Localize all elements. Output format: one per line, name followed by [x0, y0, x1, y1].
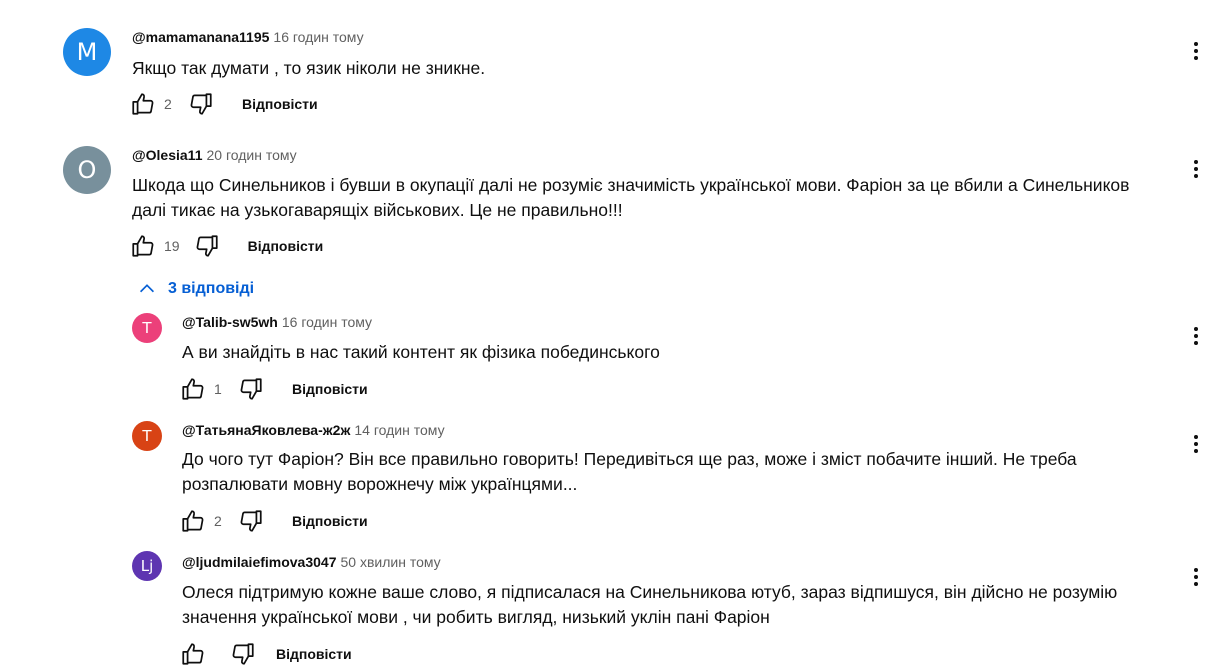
like-icon[interactable]: [130, 233, 156, 259]
more-actions-icon[interactable]: [1189, 325, 1203, 347]
avatar-letter: T: [142, 319, 152, 337]
reply-button[interactable]: Відповісти: [242, 96, 318, 112]
replies-toggle-button[interactable]: 3 відповіді: [136, 278, 254, 300]
dislike-icon[interactable]: [238, 376, 264, 402]
like-icon[interactable]: [180, 376, 206, 402]
comment-timestamp[interactable]: 14 годин тому: [354, 422, 444, 438]
comment-author[interactable]: @Talib-sw5wh: [182, 314, 278, 330]
reply-button[interactable]: Відповісти: [248, 238, 324, 254]
comment-author[interactable]: @ТатьянаЯковлева-ж2ж: [182, 422, 350, 438]
more-actions-icon[interactable]: [1189, 158, 1203, 180]
comment-author[interactable]: @Olesia11: [132, 147, 202, 163]
avatar-letter: O: [77, 156, 97, 184]
avatar[interactable]: T: [132, 421, 162, 451]
dislike-icon[interactable]: [188, 91, 214, 117]
dislike-icon[interactable]: [194, 233, 220, 259]
like-count: 19: [164, 238, 180, 254]
like-count: 1: [214, 381, 222, 397]
like-icon[interactable]: [180, 641, 206, 667]
avatar-letter: M: [76, 38, 98, 66]
comment-timestamp[interactable]: 50 хвилин тому: [341, 554, 441, 570]
like-count: 2: [164, 96, 172, 112]
reply-button[interactable]: Відповісти: [292, 381, 368, 397]
reply-button[interactable]: Відповісти: [292, 513, 368, 529]
like-icon[interactable]: [180, 508, 206, 534]
comment-author[interactable]: @mamamanana1195: [132, 29, 269, 45]
comment-text: Олеся підтримую кожне ваше слово, я підп…: [182, 582, 1118, 627]
comment-text: А ви знайдіть в нас такий контент як фіз…: [182, 342, 660, 362]
comment-text: До чого тут Фаріон? Він все правильно го…: [182, 449, 1077, 494]
like-icon[interactable]: [130, 91, 156, 117]
dislike-icon[interactable]: [230, 641, 256, 667]
comment-text: Шкода що Синельников і бувши в окупації …: [132, 175, 1130, 220]
reply-button[interactable]: Відповісти: [276, 646, 352, 662]
avatar-letter: T: [142, 427, 152, 445]
more-actions-icon[interactable]: [1189, 566, 1203, 588]
avatar[interactable]: O: [63, 146, 111, 194]
avatar[interactable]: M: [63, 28, 111, 76]
replies-toggle-label: 3 відповіді: [168, 280, 255, 297]
comment-timestamp[interactable]: 16 годин тому: [273, 29, 363, 45]
comment-timestamp[interactable]: 16 годин тому: [282, 314, 372, 330]
avatar[interactable]: T: [132, 313, 162, 343]
avatar[interactable]: Lj: [132, 551, 162, 581]
comment-text: Якщо так думати , то язик ніколи не зник…: [132, 58, 486, 78]
comment-author[interactable]: @ljudmilaiefimova3047: [182, 554, 337, 570]
comment-timestamp[interactable]: 20 годин тому: [206, 147, 296, 163]
more-actions-icon[interactable]: [1189, 433, 1203, 455]
like-count: 2: [214, 513, 222, 529]
dislike-icon[interactable]: [238, 508, 264, 534]
chevron-up-icon: [139, 284, 155, 293]
avatar-letter: Lj: [140, 557, 154, 575]
more-actions-icon[interactable]: [1189, 40, 1203, 62]
